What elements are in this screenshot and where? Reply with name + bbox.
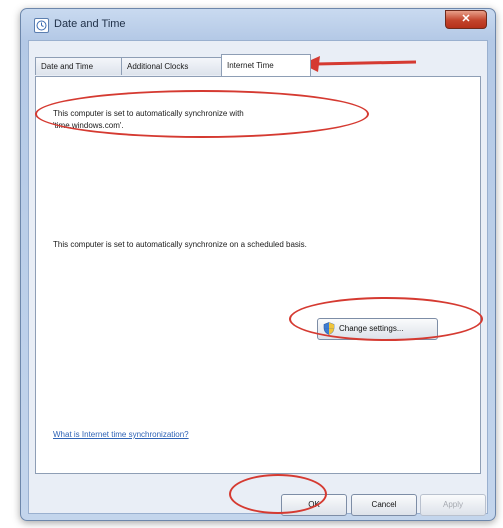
change-settings-label: Change settings...	[339, 324, 404, 333]
tab-internet-time[interactable]: Internet Time	[221, 54, 311, 76]
tab-additional-clocks[interactable]: Additional Clocks	[121, 57, 225, 75]
clock-icon	[34, 18, 49, 33]
sync-status-line1: This computer is set to automatically sy…	[53, 109, 244, 118]
change-settings-button[interactable]: Change settings...	[317, 318, 438, 340]
close-button[interactable]: ✕	[445, 10, 487, 29]
uac-shield-icon	[323, 322, 335, 335]
cancel-button[interactable]: Cancel	[351, 494, 417, 516]
date-time-dialog: Date and Time ✕ Date and Time Additional…	[20, 8, 496, 521]
sync-status-server: 'time.windows.com'.	[53, 121, 124, 130]
tab-date-and-time[interactable]: Date and Time	[35, 57, 123, 75]
dialog-client-area: Date and Time Additional Clocks Internet…	[28, 40, 488, 516]
schedule-text: This computer is set to automatically sy…	[53, 240, 307, 249]
close-icon: ✕	[461, 13, 471, 25]
help-link[interactable]: What is Internet time synchronization?	[53, 430, 189, 439]
apply-button[interactable]: Apply	[420, 494, 486, 516]
ok-button[interactable]: OK	[281, 494, 347, 516]
title-bar[interactable]: Date and Time ✕	[21, 9, 495, 39]
annotation-arrow-icon	[302, 56, 417, 72]
internet-time-panel: This computer is set to automatically sy…	[35, 76, 481, 474]
window-title: Date and Time	[54, 18, 126, 30]
